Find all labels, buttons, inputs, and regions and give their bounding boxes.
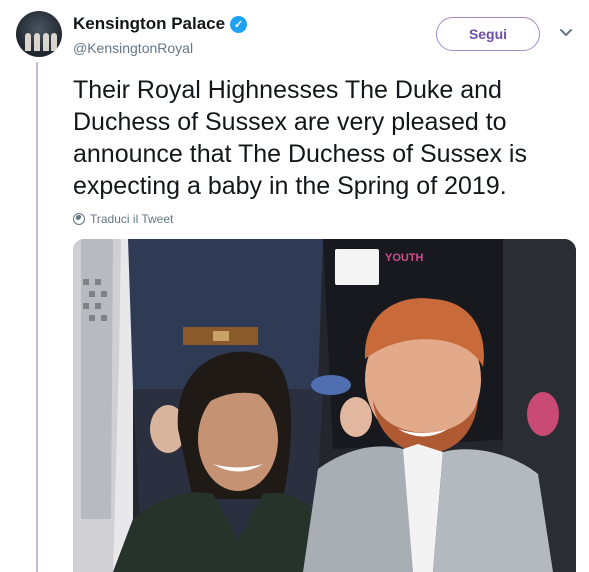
translate-label: Traduci il Tweet <box>90 212 174 226</box>
follow-button[interactable]: Segui <box>436 17 540 51</box>
translate-tweet-link[interactable]: Traduci il Tweet <box>73 212 173 226</box>
avatar-figure <box>34 33 40 51</box>
avatar-figure <box>51 33 57 51</box>
tweet-photo[interactable]: YOUTH <box>73 239 576 572</box>
globe-icon <box>73 213 85 225</box>
avatar-figure <box>43 33 49 51</box>
youth-badge: YOUTH <box>385 252 424 264</box>
verified-badge-icon: ✓ <box>230 15 248 33</box>
avatar-figure <box>25 33 31 51</box>
photo-scene: YOUTH <box>73 239 576 572</box>
avatar[interactable] <box>16 11 62 57</box>
chevron-down-icon[interactable] <box>557 24 575 42</box>
display-name[interactable]: Kensington Palace <box>73 14 225 34</box>
author-name-row[interactable]: Kensington Palace ✓ <box>73 14 248 34</box>
account-handle[interactable]: @KensingtonRoyal <box>73 40 193 56</box>
thread-line <box>36 62 38 572</box>
tweet-text: Their Royal Highnesses The Duke and Duch… <box>73 76 527 200</box>
